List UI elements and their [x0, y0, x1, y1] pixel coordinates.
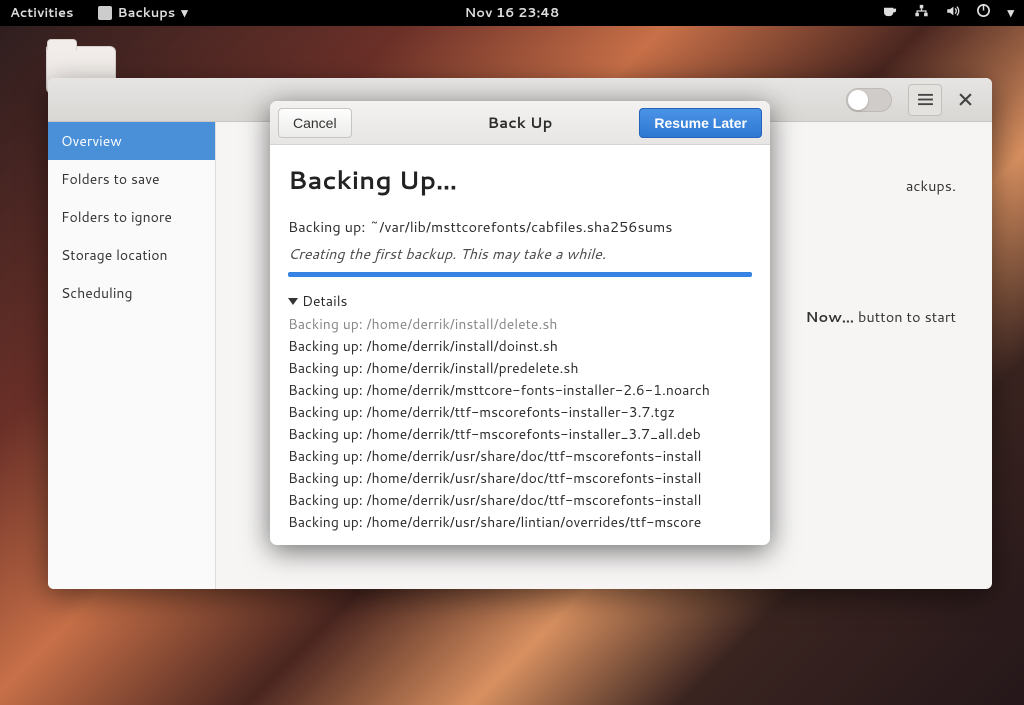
sidebar-item-scheduling[interactable]: Scheduling [48, 274, 215, 312]
hamburger-icon [918, 93, 933, 106]
dialog-header: Cancel Back Up Resume Later [270, 101, 770, 145]
details-expander[interactable]: Details [288, 291, 752, 311]
details-label: Details [302, 291, 348, 311]
app-menu-label[interactable]: Backups [118, 4, 176, 22]
progress-bar [288, 272, 752, 277]
sidebar: OverviewFolders to saveFolders to ignore… [48, 122, 216, 589]
log-line: Backing up: /home/derrik/usr/share/linti… [288, 511, 752, 533]
sidebar-item-folders-to-save[interactable]: Folders to save [48, 160, 215, 198]
gnome-topbar: Activities Backups ▾ Nov 16 23:48 ▾ [0, 0, 1024, 26]
log-line: Backing up: /home/derrik/usr/share/doc/t… [288, 489, 752, 511]
log-line: Backing up: /home/derrik/var/lib/msttcor… [288, 533, 752, 537]
caffeine-icon[interactable] [883, 4, 898, 22]
app-indicator-icon [98, 6, 112, 20]
window-close-button[interactable] [948, 84, 982, 116]
log-line: Backing up: /home/derrik/ttf-mscorefonts… [288, 423, 752, 445]
current-file-status: Backing up: ~/var/lib/msttcorefonts/cabf… [288, 216, 752, 237]
log-line: Backing up: /home/derrik/msttcore-fonts-… [288, 379, 752, 401]
log-line: Backing up: /home/derrik/install/delete.… [288, 313, 752, 335]
dialog-title: Back Up [488, 112, 553, 133]
sidebar-item-folders-to-ignore[interactable]: Folders to ignore [48, 198, 215, 236]
volume-icon[interactable] [945, 4, 960, 23]
dialog-heading: Backing Up… [288, 163, 752, 198]
activities-button[interactable]: Activities [10, 4, 74, 22]
log-line: Backing up: /home/derrik/usr/share/doc/t… [288, 445, 752, 467]
triangle-down-icon [288, 298, 298, 305]
log-line: Backing up: /home/derrik/ttf-mscorefonts… [288, 401, 752, 423]
log-line: Backing up: /home/derrik/usr/share/doc/t… [288, 467, 752, 489]
status-subtext: Creating the first backup. This may take… [288, 243, 752, 264]
network-icon[interactable] [914, 4, 929, 23]
backup-log: Backing up: /home/derrik/install/delete.… [288, 313, 752, 537]
power-icon[interactable] [976, 3, 991, 23]
close-icon [959, 93, 972, 106]
backup-progress-dialog: Cancel Back Up Resume Later Backing Up… … [270, 101, 770, 545]
auto-backup-toggle[interactable] [846, 88, 892, 112]
cancel-button[interactable]: Cancel [278, 108, 352, 138]
resume-later-button[interactable]: Resume Later [639, 108, 762, 138]
hamburger-menu-button[interactable] [908, 84, 942, 116]
chevron-down-icon: ▾ [181, 4, 188, 22]
log-line: Backing up: /home/derrik/install/doinst.… [288, 335, 752, 357]
sidebar-item-overview[interactable]: Overview [48, 122, 215, 160]
sidebar-item-storage-location[interactable]: Storage location [48, 236, 215, 274]
log-line: Backing up: /home/derrik/install/predele… [288, 357, 752, 379]
system-menu-chevron-icon[interactable]: ▾ [1007, 4, 1014, 22]
clock[interactable]: Nov 16 23:48 [465, 4, 560, 22]
